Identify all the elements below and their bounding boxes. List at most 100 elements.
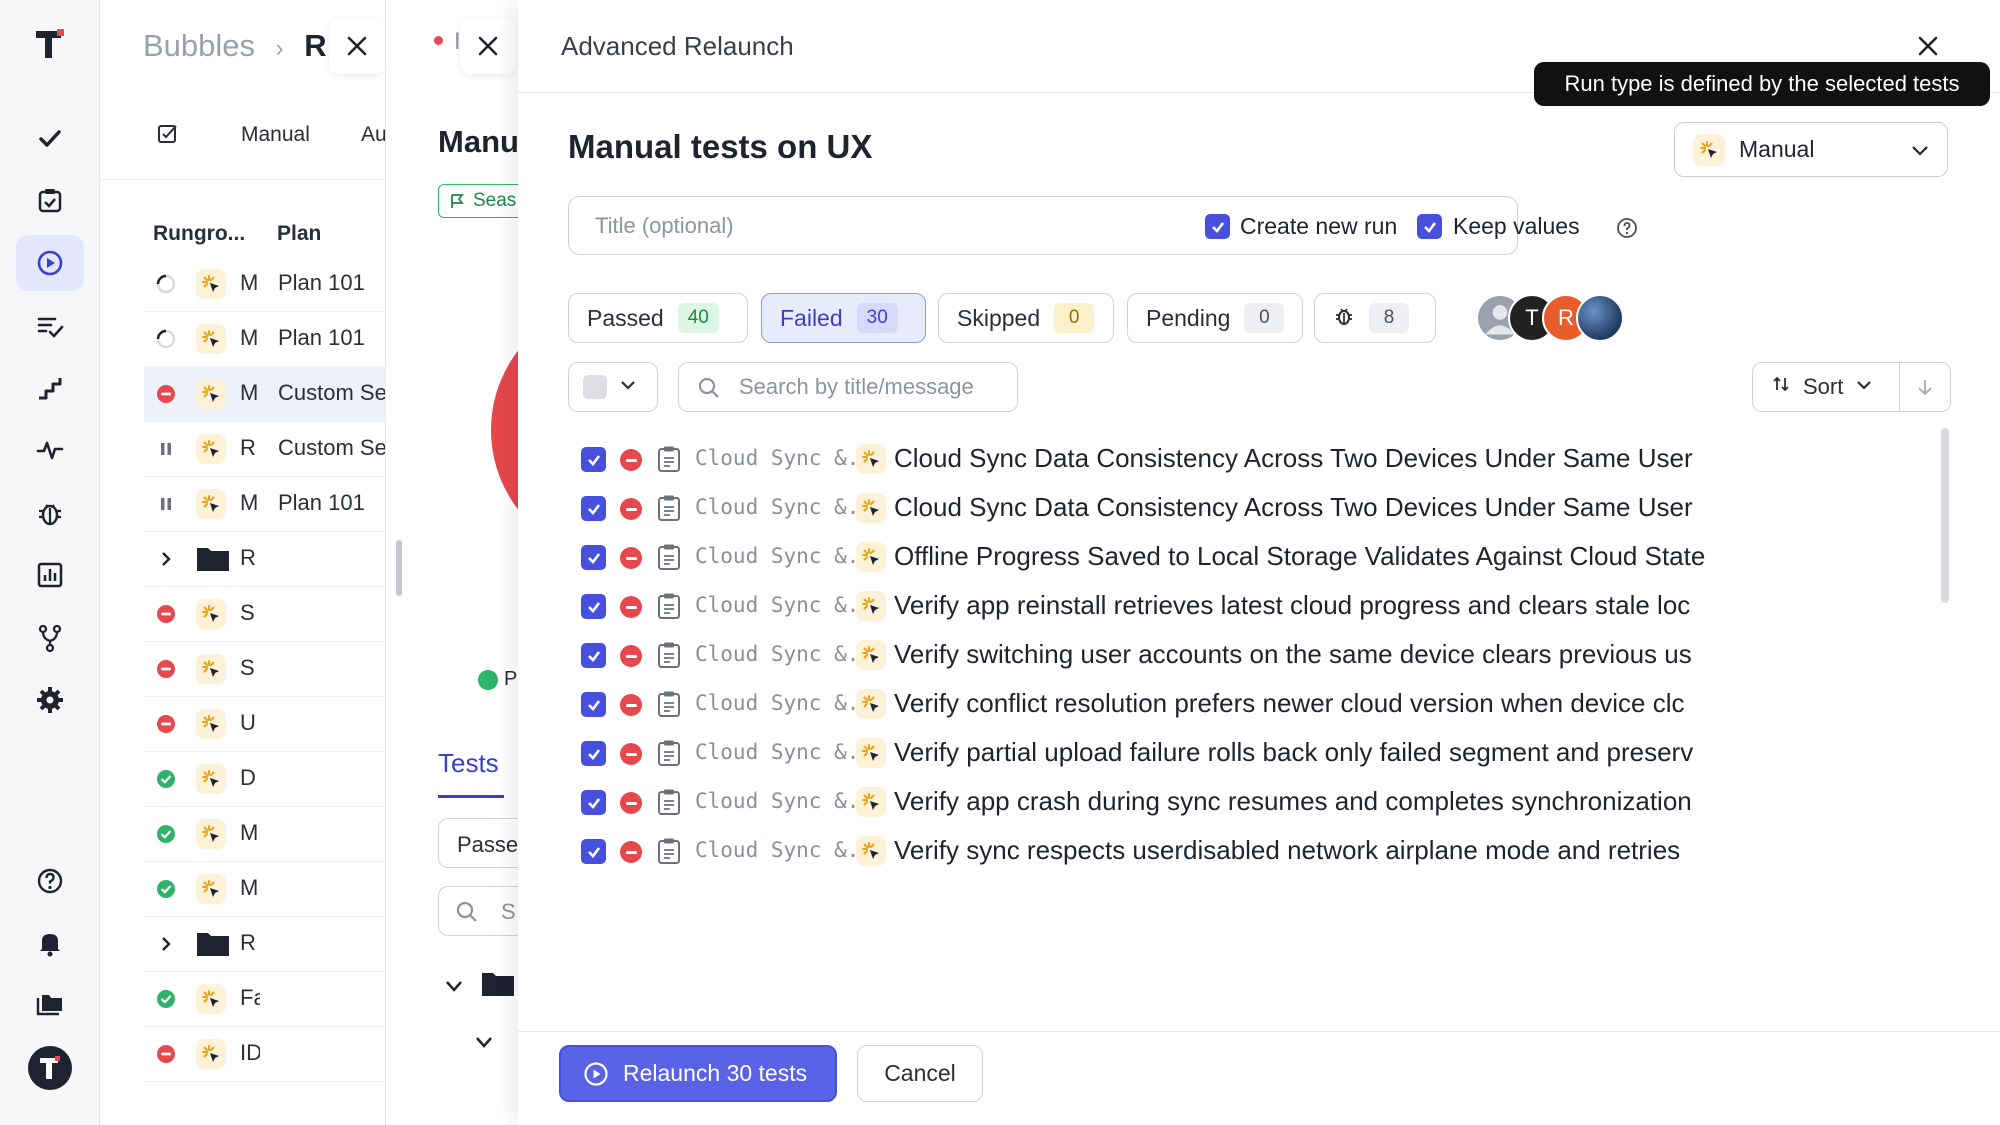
test-title[interactable]: Verify sync respects userdisabled networ…: [894, 835, 1720, 866]
gear-icon[interactable]: [16, 672, 84, 728]
paused-status-icon: [156, 439, 176, 459]
relaunch-button[interactable]: Relaunch 30 tests: [559, 1045, 837, 1102]
branch-icon[interactable]: [16, 610, 84, 666]
search-field[interactable]: [678, 362, 1018, 412]
search-input[interactable]: [739, 371, 1009, 403]
filter-failed[interactable]: Failed 30: [761, 293, 926, 343]
clipboard-list-icon: [656, 788, 682, 821]
filter-passed[interactable]: Passed 40: [568, 293, 748, 343]
test-checkbox[interactable]: [581, 447, 606, 472]
close-icon[interactable]: [329, 18, 385, 74]
passed-status-icon: [156, 769, 176, 789]
bug-icon[interactable]: [16, 485, 84, 541]
test-title[interactable]: Offline Progress Saved to Local Storage …: [894, 541, 1720, 572]
run-row[interactable]: M Plan 101: [144, 311, 385, 367]
run-row[interactable]: U: [144, 696, 385, 752]
list-check-icon[interactable]: [16, 298, 84, 354]
test-checkbox[interactable]: [581, 741, 606, 766]
select-all-checkbox[interactable]: [583, 375, 607, 399]
run-row[interactable]: S: [144, 641, 385, 697]
test-checkbox[interactable]: [581, 790, 606, 815]
run-row[interactable]: M Custom Se: [144, 366, 385, 422]
avatar[interactable]: [16, 1040, 84, 1096]
test-title[interactable]: Cloud Sync Data Consistency Across Two D…: [894, 492, 1720, 523]
avatar[interactable]: [1576, 294, 1624, 342]
run-type-select[interactable]: Manual: [1674, 122, 1948, 177]
column-rungroup[interactable]: Rungro...: [153, 222, 245, 246]
steps-icon[interactable]: [16, 360, 84, 416]
test-title[interactable]: Cloud Sync Data Consistency Across Two D…: [894, 443, 1720, 474]
test-title[interactable]: Verify switching user accounts on the sa…: [894, 639, 1720, 670]
test-checkbox[interactable]: [581, 692, 606, 717]
filter-pending[interactable]: Pending 0: [1127, 293, 1303, 343]
run-row[interactable]: R Custom Se: [144, 421, 385, 477]
create-new-run-checkbox[interactable]: [1205, 214, 1230, 239]
chart-icon[interactable]: [16, 547, 84, 603]
resize-handle[interactable]: [396, 540, 402, 596]
search-icon: [456, 901, 477, 922]
run-row[interactable]: M: [144, 806, 385, 862]
test-title[interactable]: Verify partial upload failure rolls back…: [894, 737, 1720, 768]
sort-direction-button[interactable]: [1899, 362, 1951, 412]
sort-button[interactable]: Sort: [1752, 362, 1900, 412]
filter-skipped[interactable]: Skipped 0: [938, 293, 1114, 343]
failed-status-icon: [620, 547, 642, 569]
passed-status-icon: [156, 989, 176, 1009]
run-row[interactable]: S: [144, 586, 385, 642]
scrollbar[interactable]: [1941, 428, 1949, 603]
tab-automated[interactable]: Au: [361, 123, 387, 147]
run-row[interactable]: R: [144, 531, 385, 587]
checklist-edit-icon[interactable]: [156, 122, 180, 151]
detail-search[interactable]: S: [438, 886, 518, 936]
pulse-icon[interactable]: [16, 422, 84, 478]
test-checkbox[interactable]: [581, 643, 606, 668]
test-checkbox[interactable]: [581, 496, 606, 521]
test-title[interactable]: Verify app reinstall retrieves latest cl…: [894, 590, 1720, 621]
bell-icon[interactable]: [16, 915, 84, 971]
modal-title: Manual tests on UX: [568, 128, 873, 165]
test-title[interactable]: Verify conflict resolution prefers newer…: [894, 688, 1720, 719]
tab-tests[interactable]: Tests: [438, 748, 499, 779]
run-row[interactable]: D: [144, 751, 385, 807]
flag-icon: [451, 194, 464, 208]
sparkle-cursor-icon: [196, 324, 226, 354]
run-row[interactable]: M Plan 101: [144, 476, 385, 532]
passed-filter[interactable]: Passe: [438, 818, 518, 868]
chevron-right-icon[interactable]: [156, 934, 176, 954]
filter-defects[interactable]: 8: [1314, 293, 1436, 343]
play-circle-icon[interactable]: [16, 235, 84, 291]
check-icon[interactable]: [16, 111, 84, 167]
test-checkbox[interactable]: [581, 594, 606, 619]
modal-footer: Relaunch 30 tests Cancel: [518, 1031, 2000, 1125]
help-icon[interactable]: [16, 853, 84, 909]
tab-manual[interactable]: Manual: [241, 123, 310, 147]
help-icon[interactable]: [1616, 217, 1638, 244]
run-row[interactable]: M Plan 101: [144, 256, 385, 312]
run-detail-panel: I Manu Seas Pa Tests Passe S: [385, 0, 518, 1125]
sparkle-cursor-icon: [1693, 133, 1725, 166]
chevron-right-icon[interactable]: [156, 549, 176, 569]
close-icon[interactable]: [1910, 28, 1946, 64]
clipboard-check-icon[interactable]: [16, 172, 84, 228]
chevron-down-icon[interactable]: [474, 1032, 494, 1057]
keep-values-checkbox[interactable]: [1417, 214, 1442, 239]
failed-status-icon: [620, 694, 642, 716]
cancel-button[interactable]: Cancel: [857, 1045, 983, 1102]
breadcrumb-project[interactable]: Bubbles: [143, 28, 255, 63]
run-row[interactable]: M: [144, 861, 385, 917]
close-icon[interactable]: [460, 18, 516, 74]
clipboard-list-icon: [656, 543, 682, 576]
run-row[interactable]: R: [144, 916, 385, 972]
test-title[interactable]: Verify app crash during sync resumes and…: [894, 786, 1720, 817]
chevron-down-icon[interactable]: [444, 976, 464, 1001]
test-row[interactable]: Cloud Sync &... Verify sync respects user…: [568, 820, 1898, 882]
app-logo[interactable]: [32, 26, 68, 62]
test-checkbox[interactable]: [581, 545, 606, 570]
run-row[interactable]: ID: [144, 1026, 385, 1082]
detail-title: Manu: [438, 124, 518, 159]
run-row[interactable]: Fa: [144, 971, 385, 1027]
select-all-dropdown[interactable]: [568, 362, 658, 412]
folders-icon[interactable]: [16, 977, 84, 1033]
column-plan[interactable]: Plan: [277, 222, 321, 246]
test-checkbox[interactable]: [581, 839, 606, 864]
